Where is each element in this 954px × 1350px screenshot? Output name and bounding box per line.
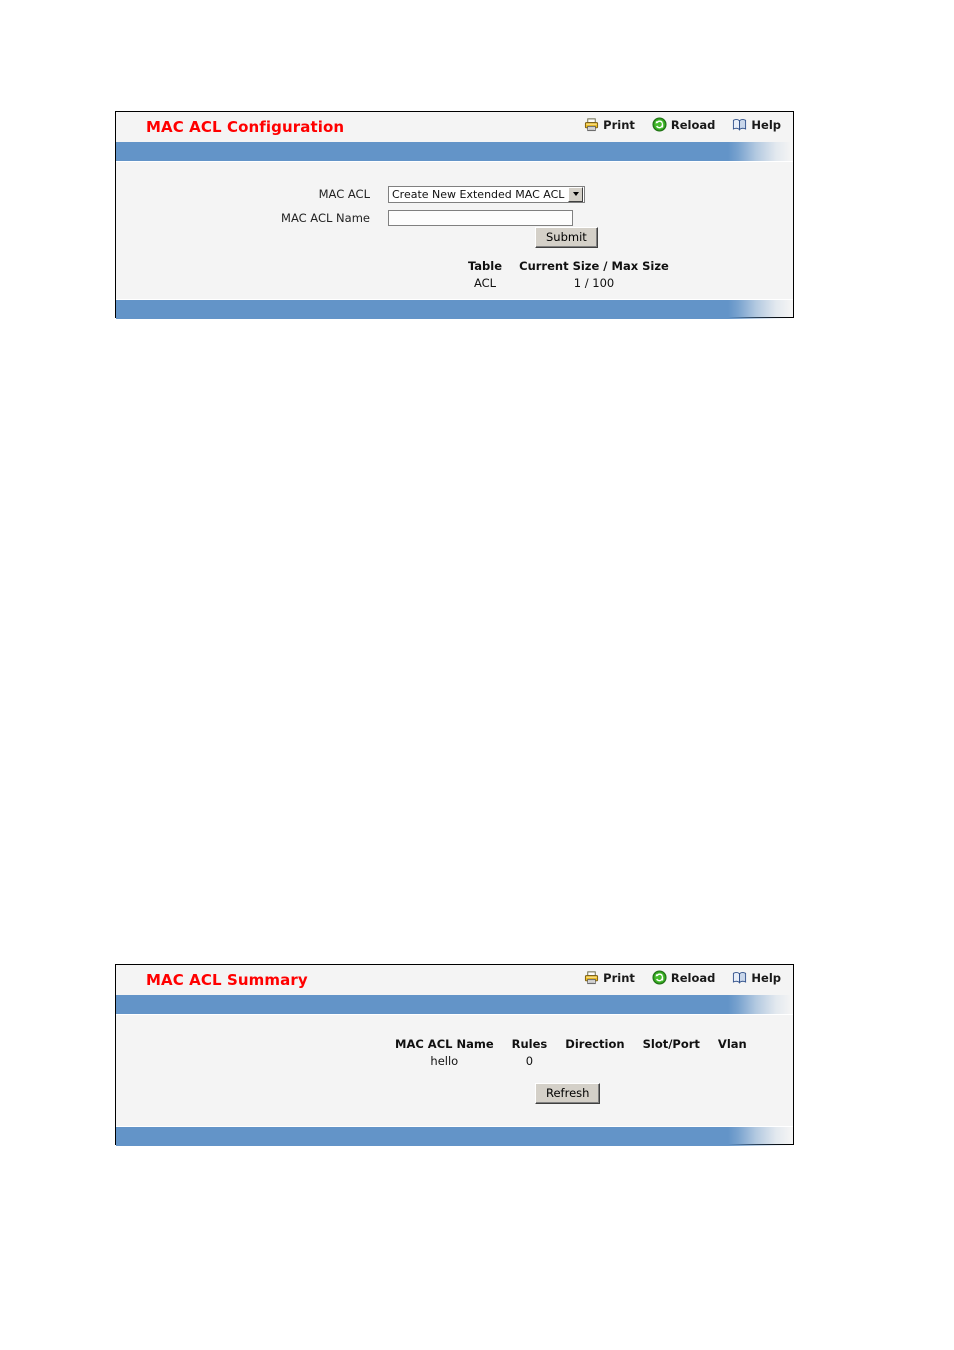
header-accent-bar <box>116 995 793 1015</box>
reload-icon <box>652 970 667 985</box>
panel-body: MAC ACL Create New Extended MAC ACL MAC … <box>116 162 793 299</box>
cell-slot-port <box>634 1054 709 1068</box>
footer-accent-bar <box>116 299 793 319</box>
cell-direction <box>556 1054 633 1068</box>
reload-label: Reload <box>670 117 716 132</box>
print-button[interactable]: Print <box>584 970 635 985</box>
print-button[interactable]: Print <box>584 117 635 132</box>
mac-acl-configuration-panel: MAC ACL Configuration Print Reload Help … <box>115 111 794 319</box>
submit-button[interactable]: Submit <box>535 227 598 248</box>
reload-icon <box>652 117 667 132</box>
panel-body: MAC ACL Name Rules Direction Slot/Port V… <box>116 1015 793 1126</box>
mac-acl-select-value: Create New Extended MAC ACL <box>392 187 565 201</box>
reload-label: Reload <box>670 970 716 985</box>
cell-size-value: 1 / 100 <box>573 276 615 290</box>
config-form: MAC ACL Create New Extended MAC ACL MAC … <box>116 182 793 230</box>
column-header-current-max-size: Current Size / Max Size <box>519 259 669 273</box>
table-header-row: MAC ACL Name Rules Direction Slot/Port V… <box>386 1037 756 1054</box>
chevron-down-icon[interactable] <box>568 186 583 202</box>
panel-titlebar: MAC ACL Configuration Print Reload Help <box>116 112 793 142</box>
table-row: hello 0 <box>386 1054 756 1068</box>
cell-rules: 0 <box>525 1054 534 1068</box>
page-title: MAC ACL Summary <box>146 971 308 989</box>
page-title: MAC ACL Configuration <box>146 118 345 136</box>
table-header-row: Table Current Size / Max Size <box>454 259 672 276</box>
mac-acl-label: MAC ACL <box>318 187 370 201</box>
footer-accent-bar <box>116 1126 793 1146</box>
panel-titlebar: MAC ACL Summary Print Reload Help <box>116 965 793 995</box>
panel-toolbar: Print Reload Help <box>584 970 781 985</box>
column-header-direction: Direction <box>565 1037 625 1051</box>
help-button[interactable]: Help <box>732 117 781 132</box>
help-book-icon <box>732 117 747 132</box>
print-label: Print <box>603 117 635 132</box>
mac-acl-name-label: MAC ACL Name <box>281 211 370 225</box>
cell-vlan <box>709 1054 756 1068</box>
column-header-slot-port: Slot/Port <box>642 1037 700 1051</box>
cell-mac-acl-name: hello <box>430 1054 459 1068</box>
mac-acl-name-row: MAC ACL Name <box>116 206 793 230</box>
printer-icon <box>584 970 599 985</box>
help-label: Help <box>751 117 781 132</box>
table-row: ACL 1 / 100 <box>454 276 672 290</box>
mac-acl-row: MAC ACL Create New Extended MAC ACL <box>116 182 793 206</box>
print-label: Print <box>603 970 635 985</box>
header-accent-bar <box>116 142 793 162</box>
mac-acl-select[interactable]: Create New Extended MAC ACL <box>388 185 585 203</box>
column-header-vlan: Vlan <box>717 1037 747 1051</box>
panel-toolbar: Print Reload Help <box>584 117 781 132</box>
refresh-button[interactable]: Refresh <box>535 1083 601 1104</box>
cell-table-name: ACL <box>473 276 497 290</box>
column-header-rules: Rules <box>511 1037 548 1051</box>
column-header-mac-acl-name: MAC ACL Name <box>395 1037 494 1051</box>
acl-size-table: Table Current Size / Max Size ACL 1 / 10… <box>454 259 672 290</box>
mac-acl-summary-panel: MAC ACL Summary Print Reload Help MAC AC… <box>115 964 794 1146</box>
mac-acl-summary-table: MAC ACL Name Rules Direction Slot/Port V… <box>386 1037 756 1068</box>
reload-button[interactable]: Reload <box>652 970 716 985</box>
help-button[interactable]: Help <box>732 970 781 985</box>
column-header-table: Table <box>467 259 503 273</box>
help-label: Help <box>751 970 781 985</box>
mac-acl-name-input[interactable] <box>388 210 573 226</box>
help-book-icon <box>732 970 747 985</box>
printer-icon <box>584 117 599 132</box>
reload-button[interactable]: Reload <box>652 117 716 132</box>
